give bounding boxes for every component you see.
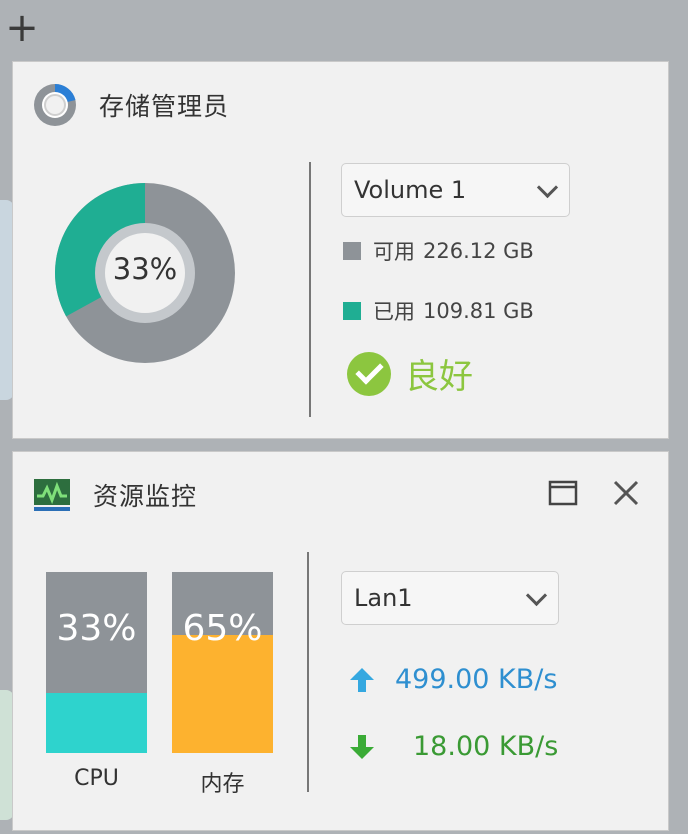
used-label: 已用 (373, 300, 415, 324)
available-label: 可用 (373, 240, 415, 264)
check-circle-icon (347, 351, 391, 396)
download-rate-row: 18.00 KB/s (349, 731, 558, 762)
upload-rate-row: 499.00 KB/s (349, 664, 557, 695)
chevron-down-icon (536, 176, 559, 198)
legend-used: 已用 109.81 GB (343, 296, 534, 326)
network-interface-select[interactable]: Lan1 (341, 571, 559, 625)
close-icon[interactable] (611, 478, 641, 508)
add-widget-button[interactable]: + (4, 8, 40, 50)
legend-available: 可用 226.12 GB (343, 236, 534, 266)
cpu-usage-fill (46, 693, 147, 753)
memory-label: 内存 (200, 772, 245, 797)
divider (309, 162, 311, 417)
cpu-label: CPU (74, 766, 119, 791)
volume-select-value: Volume 1 (354, 176, 467, 204)
memory-usage-percent: 65% (182, 608, 263, 649)
cpu-usage-percent: 33% (56, 608, 137, 649)
upload-rate: 499.00 KB/s (395, 664, 558, 695)
storage-manager-widget: 存储管理员 33% Volume 1 可用 226.12 GB 已用 109.8… (12, 61, 669, 439)
storage-disk-icon (34, 83, 76, 126)
cpu-usage-bar: 33% (46, 572, 147, 753)
memory-usage-bar: 65% (172, 572, 273, 753)
upload-arrow-icon (350, 667, 374, 692)
download-rate: 18.00 KB/s (413, 731, 559, 762)
maximize-icon[interactable] (548, 478, 578, 508)
divider (307, 552, 309, 792)
volume-select[interactable]: Volume 1 (341, 163, 570, 217)
used-swatch (343, 302, 361, 320)
health-status-text: 良好 (405, 357, 473, 397)
health-status: 良好 (347, 349, 473, 398)
available-swatch (343, 242, 361, 260)
storage-usage-percent: 33% (112, 252, 178, 286)
widget-title: 存储管理员 (99, 92, 230, 121)
used-value: 109.81 GB (423, 299, 534, 323)
resource-monitor-widget: 资源监控 33% CPU 65% 内存 Lan1 499.00 KB/s 18.… (12, 451, 669, 831)
widget-title: 资源监控 (93, 482, 198, 511)
widget-header: 存储管理员 (33, 80, 229, 130)
widget-header: 资源监控 (33, 470, 197, 520)
memory-usage-fill (172, 635, 273, 753)
network-select-value: Lan1 (354, 584, 413, 612)
available-value: 226.12 GB (423, 239, 534, 263)
chevron-down-icon (525, 584, 548, 606)
download-arrow-icon (350, 734, 374, 759)
monitor-chart-icon (34, 479, 70, 511)
